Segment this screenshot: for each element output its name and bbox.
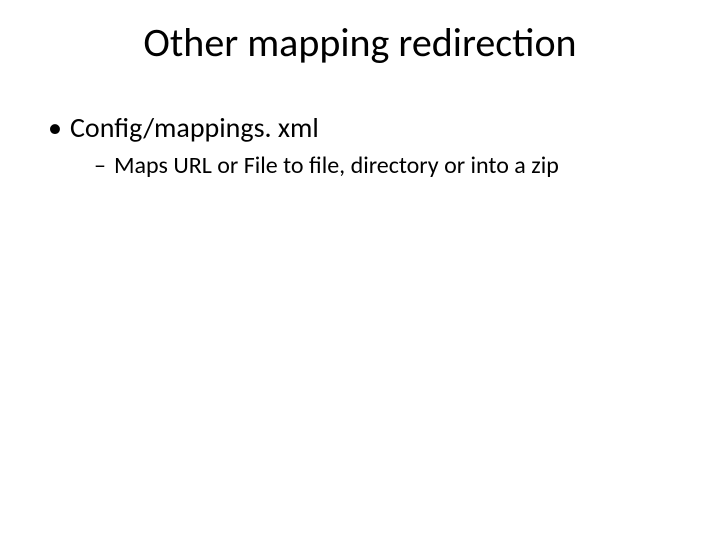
bullet-text: Config/mappings. xml (70, 110, 319, 145)
slide: Other mapping redirection •Config/mappin… (0, 0, 720, 540)
subbullet-text: Maps URL or File to file, directory or i… (114, 151, 559, 180)
bullet-marker: • (48, 110, 70, 145)
slide-body: •Config/mappings. xml –Maps URL or File … (48, 110, 672, 180)
bullet-level1: •Config/mappings. xml (48, 110, 672, 145)
bullet-level2: –Maps URL or File to file, directory or … (94, 151, 672, 180)
dash-marker: – (94, 151, 114, 180)
slide-title: Other mapping redirection (0, 18, 720, 67)
